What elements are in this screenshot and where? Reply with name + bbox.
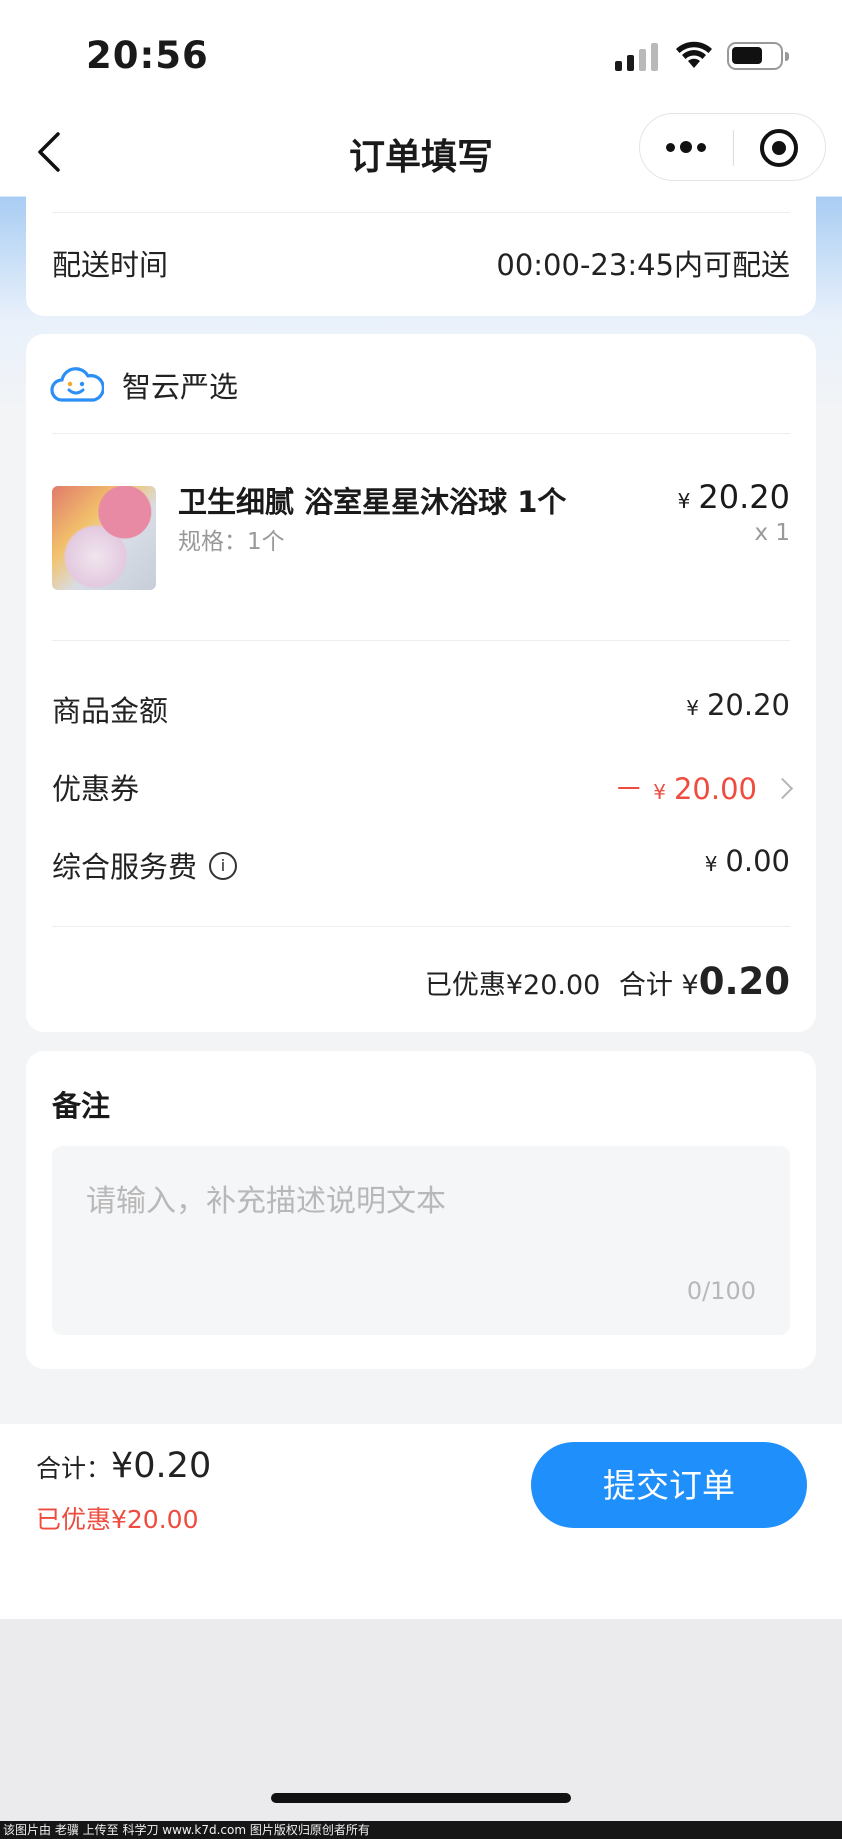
- remark-card: 备注 0/100: [26, 1051, 816, 1369]
- goods-amount: 20.20: [706, 688, 790, 722]
- summary-total-label: 合计: [618, 970, 673, 1001]
- submit-order-button[interactable]: 提交订单: [531, 1442, 807, 1528]
- currency-symbol: ¥: [653, 780, 666, 804]
- currency-symbol: ¥: [686, 696, 699, 720]
- summary-total: 0.20: [698, 960, 790, 1003]
- bottom-total-value: ¥0.20: [111, 1446, 212, 1486]
- battery-icon: [727, 42, 789, 70]
- currency-symbol: ¥: [704, 852, 718, 876]
- more-dots-icon[interactable]: [656, 124, 716, 170]
- service-fee-label: 综合服务费: [52, 850, 198, 884]
- goods-amount-value: ¥20.20: [686, 688, 790, 722]
- product-spec: 规格：1个: [178, 529, 285, 555]
- divider: [52, 212, 790, 213]
- bottom-saved: 已优惠¥20.00: [36, 1505, 199, 1534]
- summary-saved: 已优惠¥20.00: [424, 970, 601, 1001]
- info-icon[interactable]: i: [209, 852, 238, 880]
- status-bar: 20:56: [0, 0, 842, 110]
- delivery-card: 配送时间 00:00-23:45内可配送: [26, 196, 816, 316]
- service-fee: 0.00: [725, 844, 790, 878]
- service-fee-label-row: 综合服务费 i: [52, 844, 238, 886]
- product-name: 卫生细腻 浴室星星沐浴球 1个: [178, 485, 567, 519]
- product-price-value: 20.20: [698, 478, 790, 516]
- remark-box: 0/100: [52, 1146, 790, 1335]
- divider: [52, 433, 790, 434]
- coupon-value: 20.00: [673, 772, 757, 806]
- service-fee-value: ¥0.00: [705, 844, 790, 878]
- status-time: 20:56: [86, 34, 209, 77]
- cloud-smile-icon: [50, 367, 104, 402]
- bottom-total-label: 合计：: [36, 1454, 112, 1483]
- remark-char-count: 0/100: [686, 1277, 756, 1305]
- currency-symbol: ¥: [677, 489, 691, 513]
- delivery-time-value: 00:00-23:45内可配送: [496, 248, 790, 282]
- product-quantity: x 1: [754, 520, 790, 546]
- remark-title: 备注: [52, 1089, 111, 1123]
- divider: [52, 926, 790, 927]
- coupon-minus: －: [614, 772, 644, 806]
- goods-amount-label: 商品金额: [52, 694, 169, 728]
- chevron-right-icon: [771, 777, 794, 799]
- product-image[interactable]: [52, 486, 156, 590]
- delivery-time-label: 配送时间: [52, 248, 169, 282]
- product-price: ¥20.20: [678, 478, 790, 516]
- coupon-selector[interactable]: － ¥20.00: [614, 766, 794, 808]
- shop-name: 智云严选: [122, 370, 239, 404]
- bottom-bar: 合计：¥0.20 已优惠¥20.00 提交订单: [0, 1424, 842, 1619]
- remark-input[interactable]: [52, 1146, 790, 1335]
- currency-symbol: ¥: [681, 970, 699, 1001]
- order-summary: 已优惠¥20.00 合计 ¥0.20: [425, 960, 790, 1003]
- watermark-text: 该图片由 老骥 上传至 科学刀 www.k7d.com 图片版权归原创者所有: [0, 1821, 842, 1839]
- nav-bar: 订单填写: [0, 110, 842, 196]
- close-circle-icon[interactable]: [758, 127, 800, 169]
- home-indicator[interactable]: [271, 1793, 571, 1803]
- order-card: 智云严选 卫生细腻 浴室星星沐浴球 1个 规格：1个 ¥20.20 x 1 商品…: [26, 334, 816, 1032]
- wifi-icon: [676, 41, 712, 68]
- bottom-total: 合计：¥0.20: [36, 1446, 211, 1486]
- coupon-label: 优惠券: [52, 772, 140, 806]
- cellular-signal-icon: [615, 43, 659, 71]
- divider: [52, 640, 790, 641]
- mini-program-capsule: [639, 113, 826, 181]
